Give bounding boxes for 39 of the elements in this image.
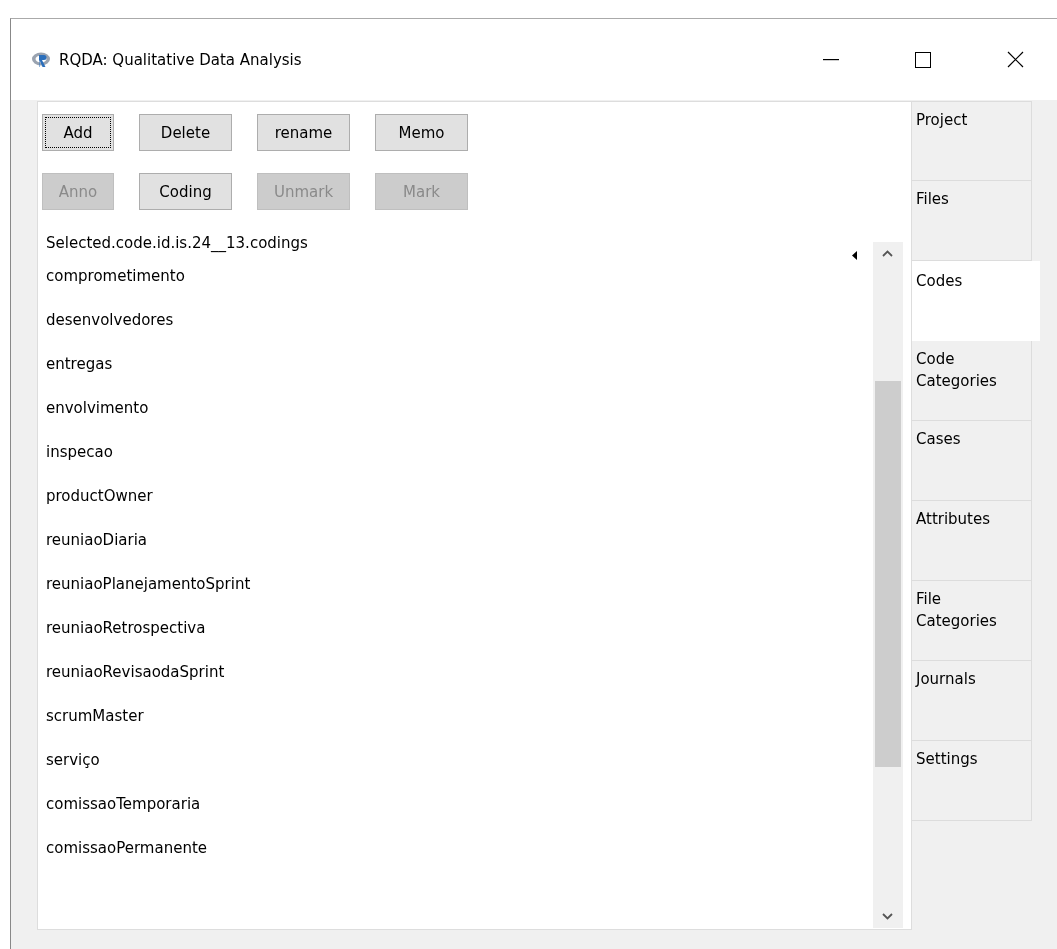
toolbar-button[interactable]: Memo: [375, 114, 468, 151]
scroll-down-icon[interactable]: [882, 913, 893, 920]
scrollbar-thumb[interactable]: [875, 381, 901, 767]
code-item[interactable]: reuniaoDiaria: [46, 518, 148, 562]
side-tab[interactable]: Settings: [912, 741, 1032, 821]
side-tab[interactable]: Attributes: [912, 501, 1032, 581]
code-item[interactable]: reuniaoRevisaodaSprint: [46, 650, 225, 694]
code-item[interactable]: reuniaoPlanejamentoSprint: [46, 562, 251, 606]
window-title: RQDA: Qualitative Data Analysis: [59, 50, 303, 69]
side-tab[interactable]: Journals: [912, 661, 1032, 741]
code-item[interactable]: desenvolvedores: [46, 298, 174, 342]
code-item[interactable]: inspecao: [46, 430, 113, 474]
scroll-up-icon[interactable]: [882, 250, 893, 257]
side-tab[interactable]: Files: [912, 181, 1032, 261]
code-item[interactable]: reuniaoRetrospectiva: [46, 606, 206, 650]
toolbar-button[interactable]: Add: [42, 114, 114, 151]
code-item[interactable]: productOwner: [46, 474, 153, 518]
side-tab[interactable]: Project: [912, 101, 1032, 181]
code-item[interactable]: comissaoTemporaria: [46, 782, 201, 826]
side-tab[interactable]: File Categories: [912, 581, 1032, 661]
toolbar-button[interactable]: Coding: [139, 173, 232, 210]
code-item[interactable]: entregas: [46, 342, 113, 386]
minimize-icon[interactable]: [823, 58, 839, 61]
code-item[interactable]: scrumMaster: [46, 694, 144, 738]
maximize-icon[interactable]: [915, 51, 931, 68]
vertical-scrollbar[interactable]: [873, 242, 903, 928]
side-tab[interactable]: Codes: [912, 261, 1040, 341]
list-header: Selected.code.id.is.24__13.codings: [46, 233, 308, 254]
code-item[interactable]: comprometimento: [46, 254, 185, 298]
side-tab[interactable]: Code Categories: [912, 341, 1032, 421]
app-icon: [31, 50, 51, 69]
code-item[interactable]: serviço: [46, 738, 100, 782]
close-icon[interactable]: [1006, 51, 1024, 68]
code-item[interactable]: comissaoPermanente: [46, 826, 207, 870]
side-tab[interactable]: Cases: [912, 421, 1032, 501]
toolbar-button[interactable]: rename: [257, 114, 350, 151]
collapse-arrow-icon[interactable]: [852, 251, 857, 260]
toolbar-button[interactable]: Delete: [139, 114, 232, 151]
code-item[interactable]: envolvimento: [46, 386, 149, 430]
